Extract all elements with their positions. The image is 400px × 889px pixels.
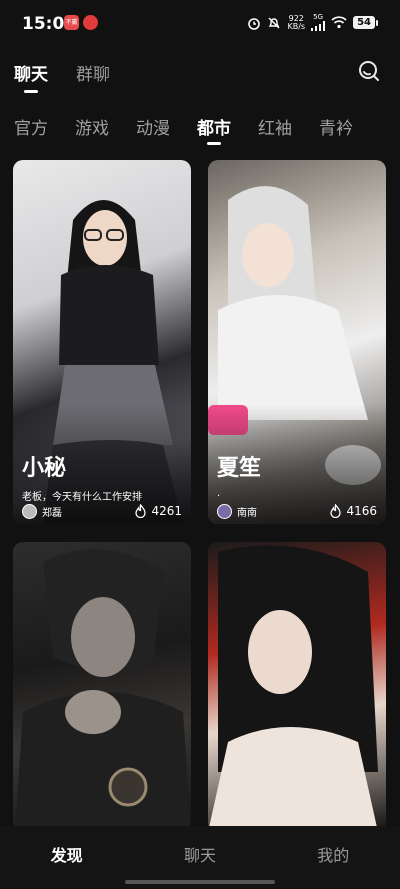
character-card[interactable] <box>13 542 191 832</box>
taobao-app-icon: 不赢 <box>64 15 79 30</box>
category-official[interactable]: 官方 <box>14 114 48 139</box>
author-name: 郑磊 <box>42 507 62 519</box>
flame-icon <box>330 504 342 518</box>
battery-cap <box>376 19 378 26</box>
net-speed: 922 KB/s <box>287 14 306 31</box>
category-anime[interactable]: 动漫 <box>136 114 170 139</box>
author-avatar <box>22 503 37 519</box>
search-icon[interactable] <box>358 60 380 82</box>
mute-bell-icon <box>268 17 280 28</box>
category-game[interactable]: 游戏 <box>75 114 109 139</box>
card-description: . <box>217 488 221 499</box>
heat-value: 4166 <box>346 504 377 518</box>
top-tabs: 聊天 群聊 <box>14 60 110 93</box>
character-card[interactable]: 夏笙 . 南南 4166 <box>208 160 386 524</box>
flame-icon <box>135 504 147 518</box>
tab-group-chat[interactable]: 群聊 <box>76 60 110 85</box>
home-indicator[interactable] <box>125 880 275 884</box>
heat-count: 4261 <box>134 504 182 518</box>
nav-me[interactable]: 我的 <box>283 826 383 889</box>
battery-level: 54 <box>353 16 375 29</box>
card-name: 小秘 <box>22 456 67 481</box>
card-footer: 郑磊 4261 <box>22 502 182 520</box>
author-name: 南南 <box>237 507 257 519</box>
alarm-icon <box>248 17 261 30</box>
battery-indicator: 54 <box>353 16 378 29</box>
heat-value: 4261 <box>151 504 182 518</box>
character-portrait <box>15 549 191 832</box>
nav-discover[interactable]: 发现 <box>17 826 117 889</box>
character-card[interactable] <box>208 542 386 832</box>
card-name: 夏笙 <box>217 456 262 481</box>
signal-label: 5G <box>313 13 324 21</box>
category-tabs: 官方 游戏 动漫 都市 红袖 青衿 <box>14 114 353 145</box>
category-urban[interactable]: 都市 <box>197 114 231 145</box>
netease-music-app-icon <box>83 15 98 30</box>
category-qingjin[interactable]: 青衿 <box>319 114 353 139</box>
status-bar: 15:07 不赢 922 KB/s 5G 54 <box>0 0 400 48</box>
character-portrait <box>208 545 378 832</box>
category-hongxiu[interactable]: 红袖 <box>258 114 292 139</box>
status-right-group: 922 KB/s 5G 54 <box>247 14 378 31</box>
net-speed-unit: KB/s <box>287 21 306 31</box>
author-avatar <box>217 503 232 519</box>
card-footer: 南南 4166 <box>217 502 377 520</box>
card-description: 老板，今天有什么工作安排 <box>22 492 142 503</box>
status-app-icons: 不赢 <box>64 15 98 30</box>
heat-count: 4166 <box>329 504 377 518</box>
signal-group: 5G <box>311 13 326 31</box>
tab-chat[interactable]: 聊天 <box>14 60 48 93</box>
wifi-icon <box>331 16 347 29</box>
signal-bars-icon <box>311 21 326 31</box>
character-card[interactable]: 小秘 老板，今天有什么工作安排 郑磊 4261 <box>13 160 191 524</box>
